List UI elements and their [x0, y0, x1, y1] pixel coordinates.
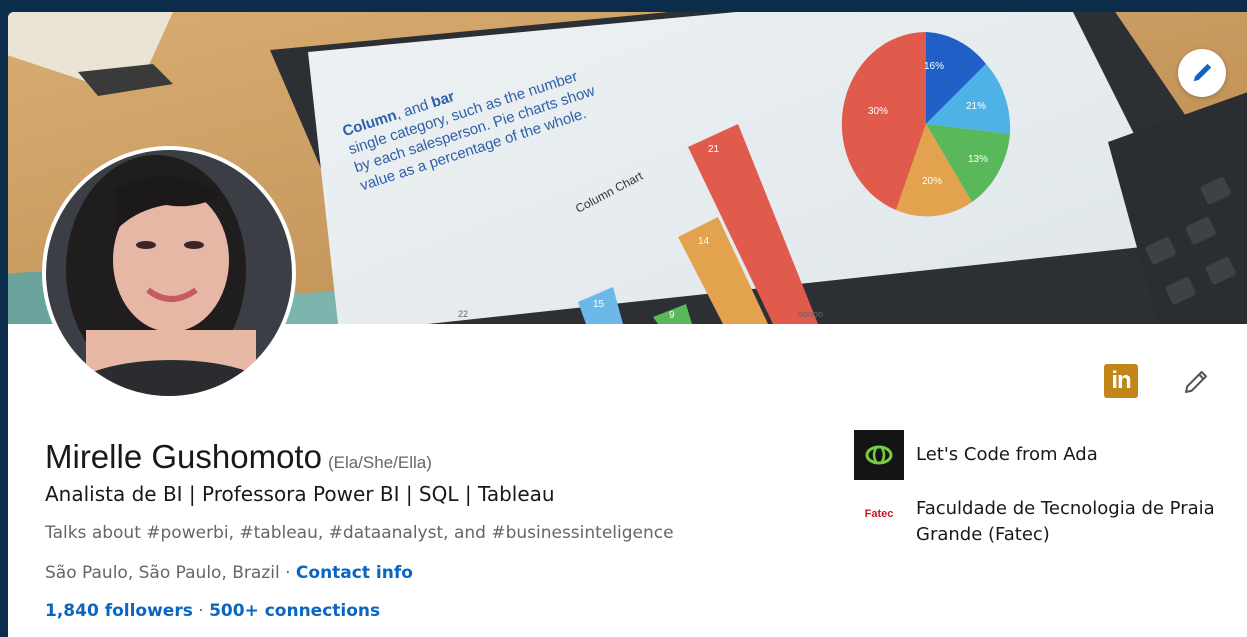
- profile-photo[interactable]: [46, 150, 292, 396]
- svg-text:21%: 21%: [966, 101, 986, 112]
- svg-text:13%: 13%: [968, 154, 988, 165]
- fatec-logo-text: Fatec: [864, 508, 894, 520]
- network-line: 1,840 followers · 500+ connections: [45, 601, 380, 621]
- svg-text:22: 22: [458, 309, 468, 319]
- org-name: Faculdade de Tecnologia de Praia Grande …: [916, 498, 1215, 545]
- location-text: São Paulo, São Paulo, Brazil: [45, 563, 280, 583]
- name-line: Mirelle Gushomoto (Ela/She/Ella): [45, 438, 432, 476]
- fatec-logo-icon: Fatec: [854, 496, 904, 532]
- contact-info-link[interactable]: Contact info: [296, 563, 413, 583]
- svg-text:ooooo: ooooo: [798, 309, 823, 319]
- lets-code-ada-logo-icon: [854, 430, 904, 480]
- connections-link[interactable]: 500+ connections: [209, 601, 380, 621]
- profile-headline: Analista de BI | Professora Power BI | S…: [45, 482, 555, 506]
- svg-text:14: 14: [698, 236, 710, 247]
- pencil-outline-icon: [1185, 371, 1207, 393]
- org-lets-code-ada[interactable]: Let's Code from Ada: [854, 430, 1216, 480]
- profile-card: Column, and bar single category, such as…: [8, 12, 1247, 637]
- svg-text:30%: 30%: [868, 106, 888, 117]
- followers-link[interactable]: 1,840 followers: [45, 601, 193, 621]
- location-separator: ·: [279, 563, 296, 583]
- talks-about: Talks about #powerbi, #tableau, #dataana…: [45, 523, 674, 543]
- svg-text:9: 9: [669, 310, 675, 321]
- svg-text:15: 15: [593, 299, 605, 310]
- linkedin-icon[interactable]: in: [1104, 364, 1138, 398]
- pronouns: (Ela/She/Ella): [327, 453, 432, 472]
- network-separator: ·: [192, 601, 210, 621]
- profile-name: Mirelle Gushomoto: [45, 438, 322, 475]
- org-fatec[interactable]: Fatec Faculdade de Tecnologia de Praia G…: [854, 496, 1216, 548]
- pencil-icon: [1193, 63, 1212, 82]
- svg-text:20%: 20%: [922, 176, 942, 187]
- edit-cover-button[interactable]: [1178, 49, 1226, 97]
- location-line: São Paulo, São Paulo, Brazil · Contact i…: [45, 563, 413, 583]
- svg-text:16%: 16%: [924, 61, 944, 72]
- profile-photo-image: [46, 150, 292, 396]
- svg-text:21: 21: [708, 144, 720, 155]
- org-name: Let's Code from Ada: [916, 444, 1098, 465]
- edit-intro-button[interactable]: [1176, 362, 1216, 402]
